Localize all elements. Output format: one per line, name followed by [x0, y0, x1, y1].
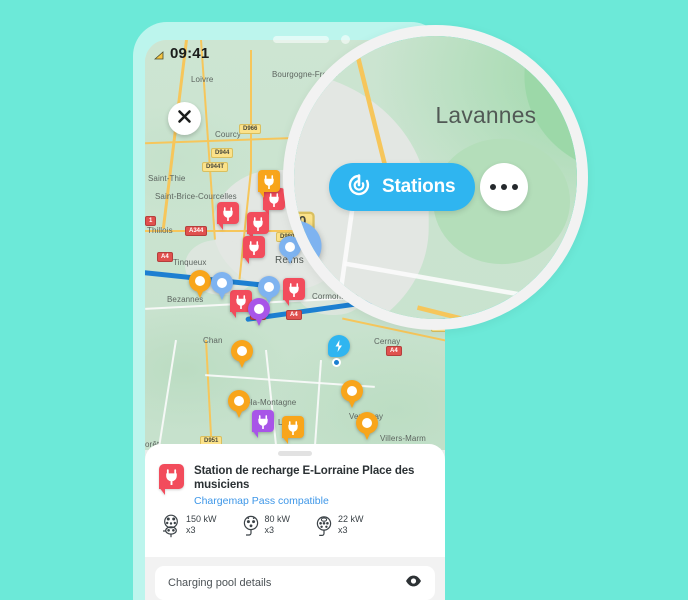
- map-label: Courcy: [215, 130, 241, 139]
- road-shield: 1: [145, 216, 157, 226]
- map-pin-cluster[interactable]: [356, 412, 378, 442]
- connector-power: 22 kW: [338, 514, 364, 524]
- stations-button[interactable]: Stations: [329, 163, 476, 211]
- close-icon: [177, 109, 192, 129]
- more-options-button[interactable]: [480, 163, 528, 211]
- charging-pool-details-label: Charging pool details: [168, 577, 272, 589]
- station-card: Station de recharge E-Lorraine Place des…: [145, 444, 445, 557]
- map-label: Lavannes: [435, 104, 537, 130]
- connector-list: 150 kW x3 80 kW x3 22 kW x3: [160, 514, 431, 543]
- map-label: Tinqueux: [173, 258, 207, 267]
- station-title: Station de recharge E-Lorraine Place des…: [194, 465, 415, 491]
- connector-text: 80 kW x3: [265, 514, 291, 536]
- type2-connector-icon: [312, 514, 334, 543]
- map-pin-charger[interactable]: [282, 416, 304, 444]
- map-pin-charger[interactable]: [258, 170, 280, 198]
- connector-power: 150 kW: [186, 514, 217, 524]
- connector-quantity: x3: [186, 525, 196, 535]
- connector-text: 22 kW x3: [338, 514, 364, 536]
- map-label: Saint-Brice-Courcelles: [155, 192, 237, 201]
- map-pin-charger[interactable]: [243, 236, 265, 264]
- map-pin-cluster[interactable]: [189, 270, 211, 300]
- lightning-icon[interactable]: [328, 335, 350, 357]
- bottom-sheet: Station de recharge E-Lorraine Place des…: [145, 444, 445, 600]
- connector-quantity: x3: [338, 525, 348, 535]
- eye-icon[interactable]: [405, 574, 422, 592]
- charging-pool-details-row[interactable]: Charging pool details: [155, 566, 435, 600]
- ccs-connector-icon: [160, 514, 182, 543]
- map-pin-cluster[interactable]: [294, 220, 322, 289]
- map-label: Saint-Thie: [148, 174, 186, 183]
- map-pin-cluster[interactable]: [248, 298, 270, 328]
- connector-item: 80 kW x3: [239, 514, 291, 543]
- more-dots-icon: [501, 184, 507, 190]
- more-dots-icon: [490, 184, 496, 190]
- road-shield: A4: [386, 346, 402, 356]
- connector-item: 22 kW x3: [312, 514, 364, 543]
- screenshot-stage: LoivreBourgogne-FresneCourcySaint-ThiePo…: [0, 0, 688, 600]
- road-shield: D944: [211, 148, 234, 158]
- map-pin-cluster[interactable]: [341, 380, 363, 410]
- status-bar-time: 09:41: [170, 45, 210, 62]
- map-label: -la-Montagne: [248, 398, 297, 407]
- map-label: Loivre: [191, 75, 214, 84]
- chargemap-pass-link[interactable]: Chargemap Pass compatible: [194, 495, 431, 507]
- user-location-dot: [332, 358, 341, 367]
- map-label: Chan: [203, 336, 223, 345]
- more-dots-icon: [512, 184, 518, 190]
- connector-item: 150 kW x3: [160, 514, 217, 543]
- road-shield: A4: [157, 252, 173, 262]
- map-pin-charger[interactable]: [252, 410, 274, 438]
- power-station-icon: [344, 170, 374, 205]
- connector-quantity: x3: [264, 525, 275, 535]
- drag-handle[interactable]: [278, 451, 312, 456]
- chademo-connector-icon: [239, 514, 261, 543]
- close-button[interactable]: [168, 102, 201, 135]
- road-shield: A344: [185, 226, 208, 236]
- stations-button-label: Stations: [382, 176, 456, 197]
- connector-power: 80 kW: [264, 514, 291, 524]
- map-pin-charger[interactable]: [294, 316, 331, 319]
- map-pin-cluster[interactable]: [211, 272, 233, 302]
- map-label: Cernay: [374, 337, 401, 346]
- map-pin-cluster[interactable]: [228, 390, 250, 420]
- signal-icon: [153, 49, 166, 67]
- map-pin-charger[interactable]: [217, 202, 239, 230]
- map-pin-cluster[interactable]: [231, 340, 253, 370]
- charging-plug-icon: [159, 464, 184, 495]
- map-label: Thillois: [147, 226, 173, 235]
- road-shield: D944T: [202, 162, 229, 172]
- map-label: Villers-Marm: [380, 434, 426, 443]
- road-shield: D966: [239, 124, 262, 134]
- connector-text: 150 kW x3: [186, 514, 217, 536]
